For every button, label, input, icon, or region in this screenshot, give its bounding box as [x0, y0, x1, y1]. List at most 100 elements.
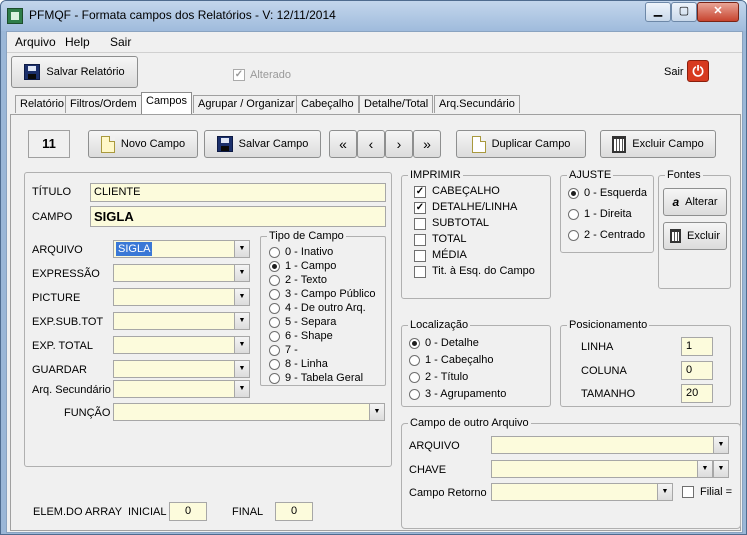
localizacao-group: Localização 0 - Detalhe 1 - Cabeçalho 2 - …: [401, 319, 551, 407]
duplicate-field-button[interactable]: Duplicar Campo: [456, 130, 586, 158]
minimize-button[interactable]: ▁: [645, 2, 671, 22]
imprimir-label-2: SUBTOTAL: [432, 217, 490, 229]
expsubtot-label: EXP.SUB.TOT: [32, 316, 104, 328]
delete-field-label: Excluir Campo: [632, 138, 704, 150]
coluna-input[interactable]: 0: [681, 361, 713, 380]
tipo-campo-radio-4[interactable]: [269, 303, 280, 314]
tab-0[interactable]: Relatório: [15, 95, 70, 113]
trash-icon: [612, 135, 627, 153]
chevron-down-icon: ▼: [234, 381, 249, 397]
font-alterar-button[interactable]: a Alterar: [663, 188, 727, 216]
retorno-dropdown[interactable]: ▼: [491, 483, 673, 501]
tab-2[interactable]: Campos: [141, 92, 192, 114]
tab-5[interactable]: Detalhe/Total: [359, 95, 434, 113]
outro-arquivo-dropdown[interactable]: ▼: [491, 436, 729, 454]
trash-icon: [669, 229, 681, 243]
right-arrow-icon: ›: [396, 136, 402, 152]
imprimir-checkbox-3[interactable]: [414, 234, 426, 246]
new-field-button[interactable]: Novo Campo: [88, 130, 198, 158]
inicial-label: INICIAL: [128, 506, 167, 518]
imprimir-checkbox-0[interactable]: ✓: [414, 186, 426, 198]
picture-dropdown[interactable]: ▼: [113, 288, 250, 306]
duplicate-page-icon: [471, 135, 486, 153]
font-edit-icon: a: [672, 195, 680, 209]
font-excluir-button[interactable]: Excluir: [663, 222, 727, 250]
next-record-button[interactable]: ›: [385, 130, 413, 158]
localizacao-radio-1[interactable]: [409, 355, 420, 366]
ajuste-radio-0[interactable]: [568, 188, 579, 199]
ajuste-radio-2[interactable]: [568, 230, 579, 241]
tipo-campo-option-label-4: 4 - De outro Arq.: [285, 302, 366, 314]
tab-3[interactable]: Agrupar / Organizar: [193, 95, 300, 113]
tipo-campo-radio-6[interactable]: [269, 331, 280, 342]
tipo-campo-option-label-7: 7 -: [285, 344, 298, 356]
menu-arquivo[interactable]: Arquivo: [15, 35, 56, 49]
main-window: PFMQF - Formata campos dos Relatórios - …: [0, 0, 747, 535]
tipo-campo-radio-1[interactable]: [269, 261, 280, 272]
tipo-campo-group: Tipo de Campo 0 - Inativo 1 - Campo 2 - Te…: [260, 230, 386, 386]
menu-sair[interactable]: Sair: [110, 35, 131, 49]
localizacao-radio-3[interactable]: [409, 389, 420, 400]
imprimir-checkbox-5[interactable]: [414, 266, 426, 278]
close-button[interactable]: ✕: [697, 2, 739, 22]
imprimir-checkbox-1[interactable]: ✓: [414, 202, 426, 214]
previous-record-button[interactable]: ‹: [357, 130, 385, 158]
chave-extra-dropdown[interactable]: ▼: [713, 460, 729, 478]
titulo-input[interactable]: CLIENTE: [90, 183, 386, 202]
double-right-arrow-icon: »: [423, 136, 431, 152]
tipo-campo-radio-7[interactable]: [269, 345, 280, 356]
guardar-label: GUARDAR: [32, 364, 88, 376]
tipo-campo-radio-0[interactable]: [269, 247, 280, 258]
campo-input[interactable]: SIGLA: [90, 206, 386, 227]
tipo-campo-option-label-9: 9 - Tabela Geral: [285, 372, 364, 384]
tipo-campo-radio-5[interactable]: [269, 317, 280, 328]
ajuste-radio-1[interactable]: [568, 209, 579, 220]
power-icon[interactable]: ⏻: [687, 60, 709, 82]
final-input[interactable]: 0: [275, 502, 313, 521]
tipo-campo-radio-9[interactable]: [269, 373, 280, 384]
arquivo-dropdown[interactable]: SIGLA ▼: [113, 240, 250, 258]
save-report-label: Salvar Relatório: [46, 66, 125, 78]
field-definition-group: TÍTULO CLIENTE CAMPO SIGLA ARQUIVO SIGLA…: [24, 172, 392, 467]
tipo-campo-option-label-6: 6 - Shape: [285, 330, 333, 342]
localizacao-radio-0[interactable]: [409, 338, 420, 349]
tab-6[interactable]: Arq.Secundário: [434, 95, 520, 113]
tipo-campo-radio-8[interactable]: [269, 359, 280, 370]
guardar-dropdown[interactable]: ▼: [113, 360, 250, 378]
expressao-dropdown[interactable]: ▼: [113, 264, 250, 282]
minimize-icon: ▁: [653, 5, 663, 17]
maximize-button[interactable]: ▢: [671, 2, 697, 22]
save-field-button[interactable]: Salvar Campo: [204, 130, 321, 158]
outro-arquivo-label: ARQUIVO: [409, 440, 460, 452]
delete-field-button[interactable]: Excluir Campo: [600, 130, 716, 158]
exptotal-dropdown[interactable]: ▼: [113, 336, 250, 354]
outro-arquivo-group: Campo de outro Arquivo ARQUIVO ▼ CHAVE ▼…: [401, 417, 741, 529]
tab-1[interactable]: Filtros/Ordem: [65, 95, 142, 113]
filial-checkbox[interactable]: [682, 486, 694, 498]
imprimir-checkbox-2[interactable]: [414, 218, 426, 230]
menu-help[interactable]: Help: [65, 35, 90, 49]
imprimir-checkbox-4[interactable]: [414, 250, 426, 262]
localizacao-option-label-1: 1 - Cabeçalho: [425, 354, 494, 366]
imprimir-group: IMPRIMIR ✓ CABEÇALHO ✓ DETALHE/LINHA SUBTOTA…: [401, 169, 551, 299]
funcao-dropdown[interactable]: ▼: [113, 403, 385, 421]
tab-4[interactable]: Cabeçalho: [296, 95, 359, 113]
last-record-button[interactable]: »: [413, 130, 441, 158]
expsubtot-dropdown[interactable]: ▼: [113, 312, 250, 330]
tamanho-input[interactable]: 20: [681, 384, 713, 403]
inicial-input[interactable]: 0: [169, 502, 207, 521]
linha-input[interactable]: 1: [681, 337, 713, 356]
first-record-button[interactable]: «: [329, 130, 357, 158]
localizacao-option-label-2: 2 - Título: [425, 371, 469, 383]
tipo-campo-radio-2[interactable]: [269, 275, 280, 286]
chevron-down-icon: ▼: [234, 241, 249, 257]
chave-dropdown[interactable]: ▼: [491, 460, 713, 478]
save-report-button[interactable]: Salvar Relatório: [11, 56, 138, 88]
localizacao-radio-2[interactable]: [409, 372, 420, 383]
tipo-campo-radio-3[interactable]: [269, 289, 280, 300]
fields-panel: 11 Novo Campo Salvar Campo « ‹ › » Dupli…: [10, 114, 741, 531]
chevron-down-icon: ▼: [234, 361, 249, 377]
altered-checkbox[interactable]: ✓: [233, 69, 245, 81]
tipo-campo-option-label-0: 0 - Inativo: [285, 246, 334, 258]
arqsec-dropdown[interactable]: ▼: [113, 380, 250, 398]
